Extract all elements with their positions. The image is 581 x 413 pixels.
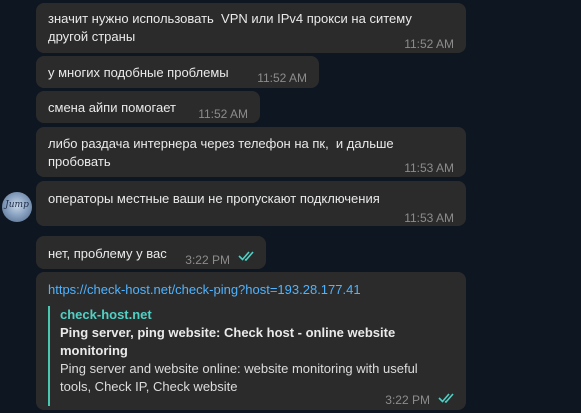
incoming-message[interactable]: у многих подобные проблемы 11:52 AM — [36, 56, 319, 88]
incoming-message[interactable]: либо раздача интернера через телефон на … — [36, 127, 466, 177]
message-time: 11:52 AM — [404, 37, 454, 51]
message-text: значит нужно использовать VPN или IPv4 п… — [48, 11, 412, 44]
outgoing-link-message[interactable]: https://check-host.net/check-ping?host=1… — [36, 272, 466, 410]
message-time: 3:22 PM — [385, 393, 430, 407]
message-link[interactable]: https://check-host.net/check-ping?host=1… — [48, 281, 454, 299]
incoming-message[interactable]: операторы местные ваши не пропускают под… — [36, 181, 466, 226]
message-text: операторы местные ваши не пропускают под… — [48, 191, 380, 206]
preview-site-name: check-host.net — [60, 307, 152, 322]
outgoing-message[interactable]: нет, проблему у вас 3:22 PM — [36, 236, 266, 269]
message-time: 3:22 PM — [185, 253, 230, 267]
read-receipt-icon — [438, 393, 454, 403]
avatar-logo: Jump — [5, 200, 29, 210]
incoming-message[interactable]: смена айпи помогает 11:52 AM — [36, 91, 260, 123]
read-receipt-icon — [238, 251, 254, 261]
message-time: 11:53 AM — [404, 211, 454, 225]
message-time: 11:52 AM — [257, 71, 307, 85]
chat-area: значит нужно использовать VPN или IPv4 п… — [0, 0, 581, 413]
sender-avatar[interactable]: Jump — [2, 192, 32, 222]
message-text: либо раздача интернера через телефон на … — [48, 136, 394, 169]
incoming-message[interactable]: значит нужно использовать VPN или IPv4 п… — [36, 3, 466, 53]
preview-title: Ping server, ping website: Check host - … — [60, 325, 396, 358]
message-time: 11:52 AM — [198, 107, 248, 121]
message-time: 11:53 AM — [404, 161, 454, 175]
